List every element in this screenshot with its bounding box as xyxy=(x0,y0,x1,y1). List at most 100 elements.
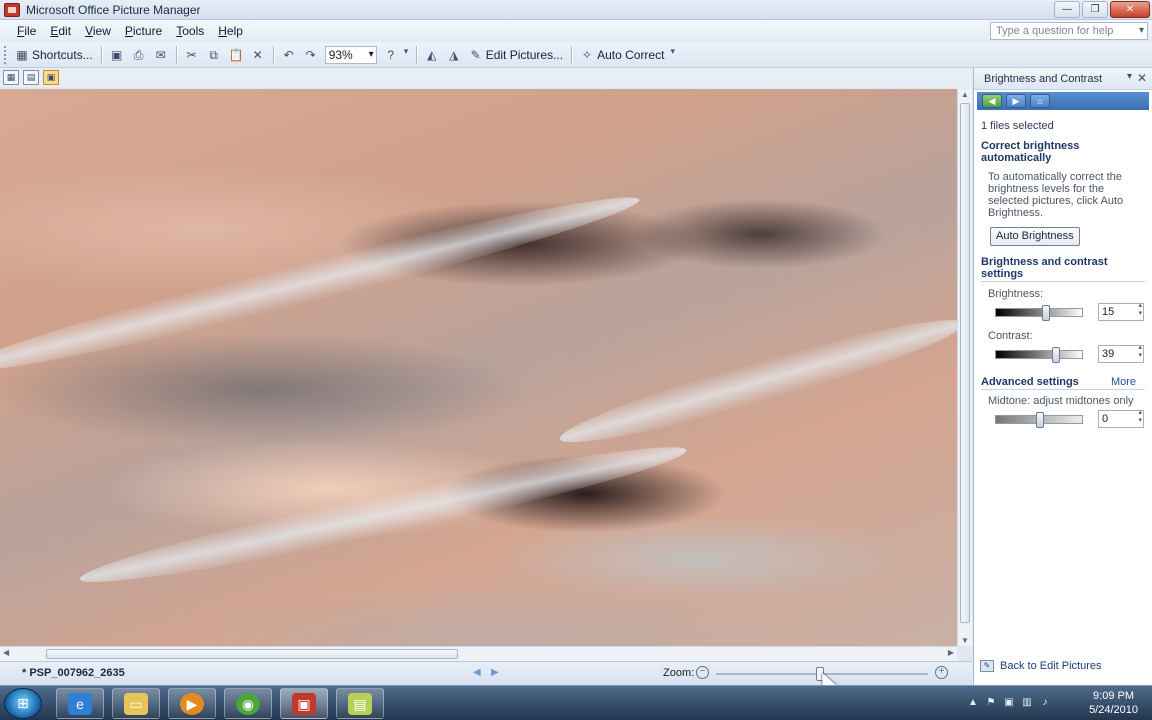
title-bar: Microsoft Office Picture Manager — ❐ ✕ xyxy=(0,0,1152,20)
taskbar-notes[interactable]: ▤ xyxy=(336,688,384,719)
advanced-settings-heading: Advanced settings More xyxy=(981,376,1145,390)
menu-picture[interactable]: Picture xyxy=(118,24,169,38)
brightness-spinner[interactable]: 15 xyxy=(1098,302,1144,321)
delete-button[interactable]: ✕ xyxy=(247,44,269,66)
task-pane-menu-chevron-icon[interactable]: ▾ xyxy=(1127,71,1132,82)
brightness-control: 15 xyxy=(981,300,1145,326)
paste-button[interactable]: 📋 xyxy=(225,44,247,66)
volume-icon[interactable]: ♪ xyxy=(1038,697,1052,709)
maximize-button[interactable]: ❐ xyxy=(1082,1,1108,18)
menu-file[interactable]: File xyxy=(10,24,43,38)
device-icon[interactable]: ▣ xyxy=(1002,697,1016,709)
contrast-slider-thumb[interactable] xyxy=(1052,347,1060,363)
taskbar-internet-explorer[interactable]: e xyxy=(56,688,104,719)
shortcuts-icon: ▦ xyxy=(16,47,28,62)
redo-button[interactable]: ↷ xyxy=(300,44,322,66)
help-search-input[interactable]: Type a question for help xyxy=(990,22,1148,40)
filmstrip-view-button[interactable]: ▤ xyxy=(23,70,39,85)
scroll-down-arrow-icon[interactable]: ▼ xyxy=(961,636,969,645)
help-button[interactable]: ? xyxy=(380,44,402,66)
cut-button[interactable]: ✂ xyxy=(181,44,203,66)
taskbar-picture-manager[interactable]: ▣ xyxy=(280,688,328,719)
midtone-slider-thumb[interactable] xyxy=(1036,412,1044,428)
task-pane-header: Brightness and Contrast ▾ ✕ xyxy=(974,68,1152,90)
shortcuts-button[interactable]: ▦ Shortcuts... xyxy=(11,44,97,66)
single-picture-view-button[interactable]: ▣ xyxy=(43,70,59,85)
network-icon[interactable]: ▥ xyxy=(1020,697,1034,709)
menu-edit[interactable]: Edit xyxy=(43,24,78,38)
picture-viewport[interactable] xyxy=(0,89,957,646)
save-button[interactable]: ▣ xyxy=(106,44,128,66)
current-file-name: * PSP_007962_2635 xyxy=(22,667,125,679)
taskbar-media-player[interactable]: ▶ xyxy=(168,688,216,719)
thumbnail-view-button[interactable]: ▦ xyxy=(3,70,19,85)
toolbar-options-chevron-icon[interactable]: ▾ xyxy=(670,46,678,64)
action-center-icon[interactable]: ⚑ xyxy=(984,697,998,709)
more-link[interactable]: More xyxy=(1111,376,1136,388)
copy-button[interactable]: ⧉ xyxy=(203,44,225,66)
contrast-control: 39 xyxy=(981,342,1145,368)
brightness-slider-thumb[interactable] xyxy=(1042,305,1050,321)
horizontal-scrollbar[interactable]: ◀ ▶ xyxy=(0,646,957,661)
toolbar-separator xyxy=(415,45,417,64)
menu-view[interactable]: View xyxy=(78,24,118,38)
system-clock[interactable]: 9:09 PM 5/24/2010 xyxy=(1089,689,1138,717)
close-button[interactable]: ✕ xyxy=(1110,1,1150,18)
next-picture-icon[interactable]: ▶ xyxy=(491,667,499,678)
midtone-spinner[interactable]: 0 xyxy=(1098,409,1144,428)
forward-arrow-icon[interactable]: ▶ xyxy=(1006,94,1026,108)
zoom-select[interactable]: 93% xyxy=(324,45,377,64)
auto-correct-button[interactable]: ✧ Auto Correct xyxy=(576,44,668,66)
menu-help[interactable]: Help xyxy=(211,24,250,38)
internet-explorer-icon: e xyxy=(68,692,92,715)
taskbar-app-green[interactable]: ◉ xyxy=(224,688,272,719)
scroll-up-arrow-icon[interactable]: ▲ xyxy=(961,90,969,99)
undo-button[interactable]: ↶ xyxy=(278,44,300,66)
toolbar-options-chevron-icon[interactable]: ▾ xyxy=(404,46,412,64)
image-region xyxy=(554,304,957,459)
rotate-left-button[interactable]: ◭ xyxy=(421,44,443,66)
vertical-scrollbar[interactable]: ▲ ▼ xyxy=(957,89,972,646)
view-mode-strip: ▦ ▤ ▣ xyxy=(0,68,972,87)
toolbar-grip[interactable] xyxy=(4,45,7,64)
task-pane: Brightness and Contrast ▾ ✕ ◀ ▶ ⌂ 1 file… xyxy=(973,68,1152,685)
brightness-slider[interactable] xyxy=(995,305,1083,321)
contrast-slider[interactable] xyxy=(995,347,1083,363)
minimize-button[interactable]: — xyxy=(1054,1,1080,18)
rotate-right-button[interactable]: ◮ xyxy=(443,44,465,66)
toolbar-separator xyxy=(100,45,102,64)
midtone-slider[interactable] xyxy=(995,412,1083,428)
toolbar-separator xyxy=(175,45,177,64)
email-button[interactable]: ✉ xyxy=(150,44,172,66)
window-title: Microsoft Office Picture Manager xyxy=(26,2,201,17)
email-icon: ✉ xyxy=(155,47,166,62)
contrast-spinner[interactable]: 39 xyxy=(1098,344,1144,363)
previous-picture-icon[interactable]: ◀ xyxy=(473,667,481,678)
print-button[interactable]: ⎙ xyxy=(128,44,150,66)
media-player-icon: ▶ xyxy=(180,692,204,715)
vertical-scroll-thumb[interactable] xyxy=(960,103,970,623)
zoom-out-icon[interactable]: − xyxy=(696,666,709,679)
edit-pictures-icon: ✎ xyxy=(470,47,481,62)
home-icon[interactable]: ⌂ xyxy=(1030,94,1050,108)
back-arrow-icon[interactable]: ◀ xyxy=(982,94,1002,108)
zoom-in-icon[interactable]: + xyxy=(935,666,948,679)
start-button[interactable]: ⊞ xyxy=(4,688,42,719)
edit-pictures-button[interactable]: ✎ Edit Pictures... xyxy=(465,44,567,66)
back-to-edit-pictures-link[interactable]: ✎ Back to Edit Pictures xyxy=(980,660,1102,672)
image-region xyxy=(75,430,691,599)
taskbar-explorer[interactable]: ▭ xyxy=(112,688,160,719)
picture-manager-app-icon[interactable] xyxy=(4,2,20,17)
menu-tools[interactable]: Tools xyxy=(169,24,211,38)
task-pane-body: 1 files selected Correct brightness auto… xyxy=(974,110,1152,439)
auto-brightness-button[interactable]: Auto Brightness xyxy=(990,227,1080,246)
contrast-label: Contrast: xyxy=(988,330,1033,342)
task-pane-title: Brightness and Contrast xyxy=(984,72,1103,85)
show-hidden-icons-icon[interactable]: ▲ xyxy=(966,697,980,709)
auto-correct-icon: ✧ xyxy=(582,47,593,62)
horizontal-scroll-thumb[interactable] xyxy=(46,649,458,659)
scroll-left-arrow-icon[interactable]: ◀ xyxy=(3,648,9,657)
scroll-right-arrow-icon[interactable]: ▶ xyxy=(948,648,954,657)
task-pane-close-icon[interactable]: ✕ xyxy=(1137,71,1147,85)
midtone-control: 0 xyxy=(981,407,1145,433)
